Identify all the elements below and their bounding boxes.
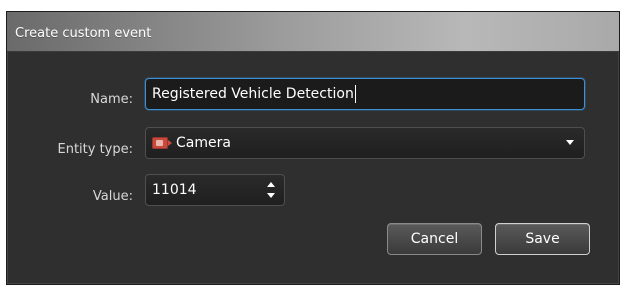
camera-icon (152, 137, 172, 149)
decrement-arrow-icon[interactable] (267, 193, 275, 198)
value-stepper[interactable]: 11014 (145, 174, 285, 206)
dialog-titlebar[interactable]: Create custom event (7, 12, 619, 52)
value-stepper-value: 11014 (152, 182, 197, 198)
text-cursor (354, 85, 356, 103)
entity-type-select[interactable]: Camera (145, 127, 585, 159)
save-button[interactable]: Save (495, 223, 590, 255)
value-label: Value: (92, 189, 133, 204)
name-input-value: Registered Vehicle Detection (152, 86, 354, 102)
spin-buttons[interactable] (266, 182, 276, 198)
create-custom-event-dialog: Create custom event Name: Registered Veh… (6, 11, 620, 285)
name-input[interactable]: Registered Vehicle Detection (145, 78, 585, 110)
chevron-down-icon[interactable] (566, 140, 574, 145)
entity-type-label: Entity type: (57, 142, 133, 157)
cancel-button[interactable]: Cancel (387, 223, 482, 255)
name-label: Name: (90, 92, 133, 107)
dialog-title: Create custom event (15, 26, 152, 41)
increment-arrow-icon[interactable] (267, 182, 275, 187)
entity-type-value: Camera (176, 135, 231, 151)
